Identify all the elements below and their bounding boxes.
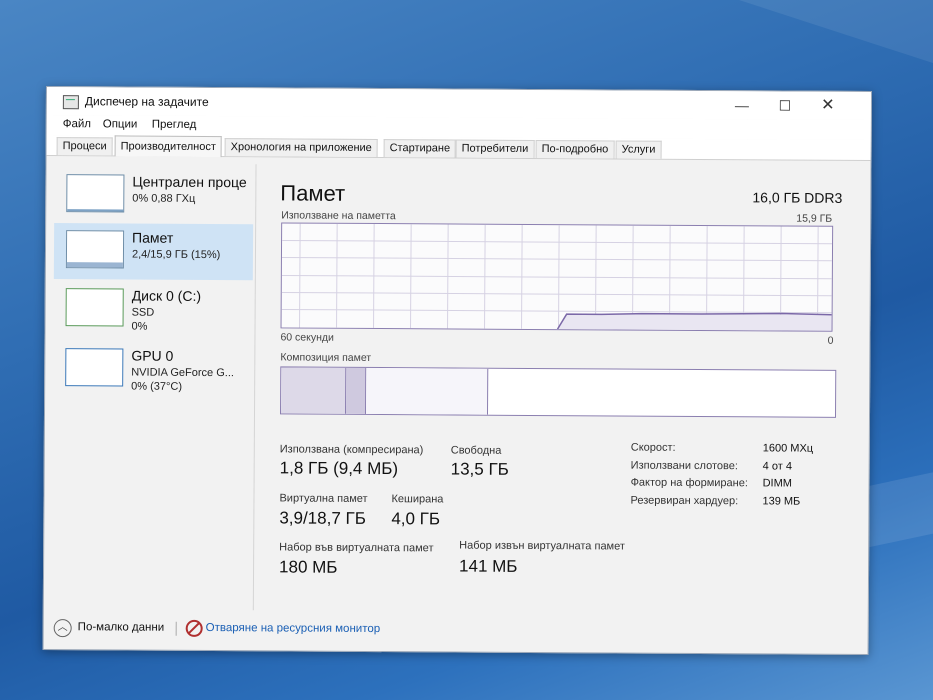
memory-details-pane: Памет 16,0 ГБ DDR3 Използване на паметта… bbox=[268, 164, 863, 614]
sidebar-item-title: Диск 0 (C:) bbox=[131, 287, 202, 304]
menu-view[interactable]: Преглед bbox=[152, 119, 197, 131]
memory-spec: 16,0 ГБ DDR3 bbox=[752, 189, 843, 206]
committed-value: 3,9/18,7 ГБ bbox=[279, 508, 366, 528]
gpu-mini-graph bbox=[65, 348, 124, 387]
chevron-up-icon[interactable]: ︿ bbox=[53, 619, 72, 638]
time-span-label: 60 секунди bbox=[280, 331, 334, 344]
sidebar-item-usage: 0% (37°C) bbox=[131, 380, 183, 393]
nonpaged-pool-label: Набор извън виртуалната памет bbox=[459, 539, 625, 553]
available-label: Свободна bbox=[450, 444, 502, 457]
task-manager-window: Диспечер на задачите — ☐ ✕ Файл Опции Пр… bbox=[42, 86, 872, 656]
hardware-reserved-value: 139 МБ bbox=[762, 495, 801, 508]
sidebar-item-title: GPU 0 bbox=[131, 347, 174, 364]
sidebar-item-subtitle: 0% 0,88 ГХц bbox=[132, 192, 196, 205]
sidebar-item-usage: 0% bbox=[131, 320, 148, 333]
cached-value: 4,0 ГБ bbox=[391, 509, 441, 529]
usage-graph-label: Използване на паметта bbox=[281, 209, 396, 223]
performance-sidebar: Централен проце 0% 0,88 ГХц Памет 2,4/15… bbox=[51, 163, 257, 611]
tab-app-history[interactable]: Хронология на приложение bbox=[224, 138, 378, 158]
speed-label: Скорост: bbox=[630, 441, 676, 454]
close-icon[interactable]: ✕ bbox=[813, 96, 843, 116]
available-value: 13,5 ГБ bbox=[450, 459, 509, 479]
minimize-icon[interactable]: — bbox=[727, 95, 757, 115]
cached-label: Кеширана bbox=[391, 493, 444, 506]
footer-divider bbox=[175, 621, 177, 636]
menu-file[interactable]: Файл bbox=[63, 118, 91, 130]
form-factor-label: Фактор на формиране: bbox=[630, 476, 748, 490]
tab-performance[interactable]: Производителност bbox=[114, 135, 223, 158]
slots-used-value: 4 от 4 bbox=[762, 460, 792, 473]
slots-used-label: Използвани слотове: bbox=[630, 459, 738, 473]
fewer-details-link[interactable]: По-малко данни bbox=[78, 621, 165, 634]
tab-processes[interactable]: Процеси bbox=[56, 137, 113, 156]
sidebar-item-memory[interactable]: Памет 2,4/15,9 ГБ (15%) bbox=[53, 223, 254, 281]
tab-startup[interactable]: Стартиране bbox=[383, 139, 457, 158]
tab-users[interactable]: Потребители bbox=[455, 139, 535, 158]
composition-standby bbox=[366, 367, 489, 415]
sidebar-item-subtitle: SSD bbox=[131, 306, 155, 319]
tab-bar: Процеси Производителност Хронология на п… bbox=[46, 135, 871, 162]
tab-details[interactable]: По-подробно bbox=[535, 139, 615, 159]
task-manager-icon bbox=[62, 95, 79, 110]
open-resource-monitor-link[interactable]: Отваряне на ресурсния монитор bbox=[206, 622, 381, 635]
maximize-icon[interactable]: ☐ bbox=[770, 95, 800, 115]
sidebar-item-subtitle: NVIDIA GeForce G... bbox=[131, 366, 234, 380]
window-title: Диспечер на задачите bbox=[84, 94, 209, 109]
sidebar-item-subtitle: 2,4/15,9 ГБ (15%) bbox=[131, 248, 221, 262]
form-factor-value: DIMM bbox=[762, 477, 792, 490]
tab-services[interactable]: Услуги bbox=[615, 140, 662, 159]
sidebar-item-disk[interactable]: Диск 0 (C:) SSD 0% bbox=[53, 281, 252, 338]
committed-label: Виртуална памет bbox=[279, 492, 368, 505]
cpu-mini-graph bbox=[66, 174, 125, 213]
speed-value: 1600 MХц bbox=[762, 442, 814, 455]
footer-bar: ︿ По-малко данни Отваряне на ресурсния м… bbox=[44, 609, 868, 654]
composition-label: Композиция памет bbox=[280, 351, 372, 364]
memory-usage-graph bbox=[280, 222, 834, 332]
memory-composition-bar bbox=[279, 366, 837, 418]
hardware-reserved-label: Резервиран хардуер: bbox=[630, 494, 739, 508]
sidebar-item-cpu[interactable]: Централен проце 0% 0,88 ГХц bbox=[54, 167, 253, 224]
composition-in-use bbox=[281, 367, 347, 414]
in-use-value: 1,8 ГБ (9,4 МБ) bbox=[279, 458, 399, 479]
in-use-label: Използвана (компресирана) bbox=[279, 443, 424, 457]
sidebar-item-gpu[interactable]: GPU 0 NVIDIA GeForce G... 0% (37°C) bbox=[53, 341, 252, 398]
resource-monitor-icon[interactable] bbox=[185, 619, 203, 637]
nonpaged-pool-value: 141 МБ bbox=[459, 556, 518, 576]
memory-mini-graph bbox=[65, 230, 125, 269]
paged-pool-label: Набор във виртуалната памет bbox=[279, 541, 434, 555]
usage-graph-max: 15,9 ГБ bbox=[796, 212, 833, 225]
disk-mini-graph bbox=[65, 288, 124, 327]
sidebar-item-title: Памет bbox=[132, 229, 174, 246]
paged-pool-value: 180 МБ bbox=[279, 557, 338, 577]
menu-options[interactable]: Опции bbox=[103, 118, 138, 130]
time-now-label: 0 bbox=[827, 334, 834, 347]
composition-modified bbox=[346, 367, 367, 414]
sidebar-item-title: Централен проце bbox=[132, 173, 247, 191]
page-title: Памет bbox=[280, 180, 346, 206]
